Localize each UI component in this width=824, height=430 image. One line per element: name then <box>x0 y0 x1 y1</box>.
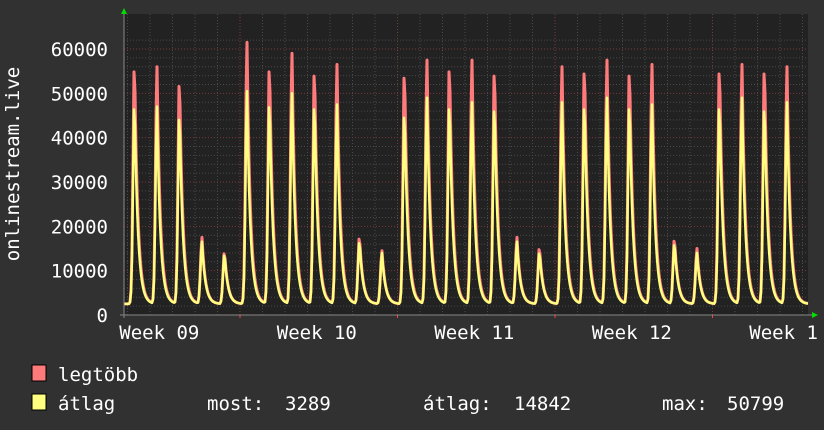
stat-max-label: max: <box>662 393 708 415</box>
x-tick-label: Week 09 <box>119 322 199 344</box>
y-tick-label: 0 <box>97 305 108 327</box>
y-tick-label: 50000 <box>51 83 108 105</box>
y-tick-label: 40000 <box>51 128 108 150</box>
y-axis-label: onlinestream.live <box>2 67 24 261</box>
stat-current-value: 3289 <box>285 393 331 415</box>
legend-swatch-avg <box>31 393 47 411</box>
x-tick-labels: Week 09 Week 10 Week 11 Week 12 Week 1 <box>119 322 818 344</box>
y-tick-label: 10000 <box>51 261 108 283</box>
stat-average-value: 14842 <box>514 393 571 415</box>
y-tick-label: 20000 <box>51 216 108 238</box>
y-tick-label: 30000 <box>51 172 108 194</box>
y-tick-labels: 0 10000 20000 30000 40000 50000 60000 <box>51 39 108 327</box>
legend-swatch-max <box>31 364 47 382</box>
chart: 0100002000030000400005000060000 Week 09 W… <box>2 8 818 415</box>
x-tick-label: Week 10 <box>277 322 357 344</box>
stat-max-value: 50799 <box>727 393 784 415</box>
x-axis-arrow-icon <box>812 312 818 318</box>
legend: legtöbb átlag most: 3289 átlag: 14842 ma… <box>31 364 784 415</box>
x-tick-label: Week 1 <box>749 322 818 344</box>
x-tick-label: Week 12 <box>592 322 672 344</box>
legend-label-avg: átlag <box>58 393 115 415</box>
x-tick-label: Week 11 <box>434 322 514 344</box>
legend-label-max: legtöbb <box>58 364 138 386</box>
y-tick-label: 60000 <box>51 39 108 61</box>
stat-current-label: most: <box>207 393 264 415</box>
y-axis-arrow-icon <box>121 8 127 14</box>
stat-average-label: átlag: <box>423 393 492 415</box>
